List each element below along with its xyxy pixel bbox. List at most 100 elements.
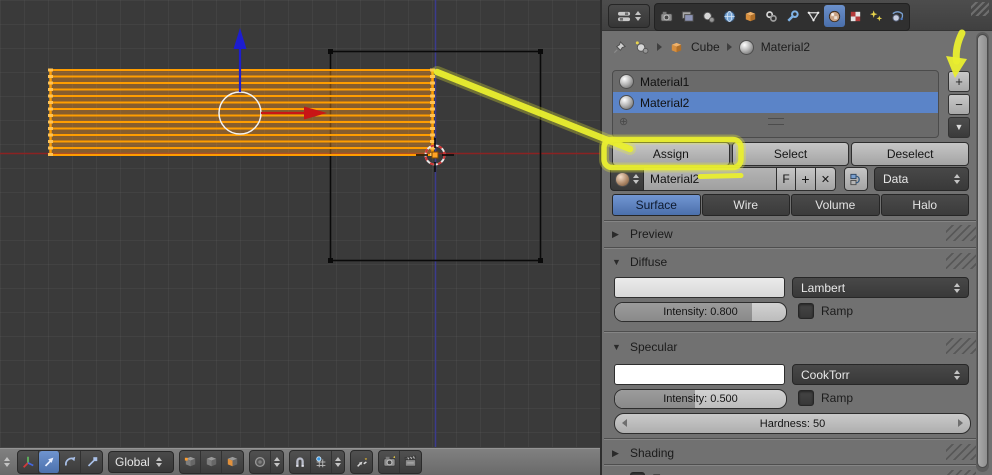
specular-shader-value: CookTorr bbox=[801, 367, 850, 382]
material-sphere-icon bbox=[615, 171, 630, 187]
header-resize-hatch bbox=[971, 2, 989, 16]
specular-ramp-checkbox[interactable] bbox=[798, 390, 814, 406]
preview-panel-header[interactable]: ▶ Preview bbox=[604, 222, 992, 246]
scale-mode-button[interactable] bbox=[81, 451, 102, 473]
select-mode-group bbox=[179, 449, 244, 474]
list-resize-grip[interactable] bbox=[767, 118, 784, 125]
manipulate-centers-button[interactable] bbox=[350, 449, 373, 474]
specular-panel-header[interactable]: ▼ Specular bbox=[604, 335, 992, 359]
slot-specials-button[interactable]: ▼ bbox=[948, 117, 970, 138]
diffuse-intensity-slider[interactable]: Intensity: 0.800 bbox=[614, 302, 787, 322]
tab-modifiers[interactable] bbox=[782, 5, 803, 27]
add-slot-button[interactable]: + bbox=[948, 71, 970, 92]
editor-type-selector[interactable] bbox=[608, 4, 650, 28]
diffuse-panel-header[interactable]: ▼ Diffuse bbox=[604, 250, 992, 274]
fake-user-button[interactable]: F bbox=[777, 167, 796, 191]
hardness-slider[interactable]: Hardness: 50 bbox=[614, 413, 971, 434]
preview-panel-title: Preview bbox=[630, 227, 673, 241]
diffuse-panel-title: Diffuse bbox=[630, 255, 668, 269]
opengl-animation-icon[interactable] bbox=[400, 451, 421, 473]
breadcrumb-separator bbox=[726, 43, 732, 51]
material-sphere-icon bbox=[619, 95, 634, 110]
diffuse-ramp-label: Ramp bbox=[821, 304, 854, 318]
specular-color-swatch[interactable] bbox=[614, 364, 785, 385]
snap-element-icon[interactable] bbox=[311, 450, 332, 473]
link-mode-value: Data bbox=[883, 172, 909, 186]
opengl-render-icon[interactable] bbox=[379, 450, 400, 473]
material-slot-name: Material1 bbox=[640, 74, 690, 89]
tab-wire[interactable]: Wire bbox=[701, 194, 790, 216]
tab-halo[interactable]: Halo bbox=[880, 194, 969, 216]
transparency-checkbox[interactable] bbox=[630, 471, 645, 475]
tab-particles[interactable] bbox=[866, 5, 887, 27]
tab-scene[interactable] bbox=[698, 5, 719, 27]
edge-select-icon[interactable] bbox=[201, 450, 222, 473]
viewport-canvas[interactable] bbox=[0, 0, 600, 447]
tab-object[interactable] bbox=[740, 5, 761, 27]
tab-render[interactable] bbox=[656, 5, 677, 27]
select-button[interactable]: Select bbox=[731, 142, 850, 166]
breadcrumb-material[interactable]: Material2 bbox=[761, 40, 810, 54]
properties-context-tabs bbox=[654, 3, 910, 31]
tab-constraints[interactable] bbox=[761, 5, 782, 27]
manipulate-centers-icon bbox=[351, 451, 372, 473]
tab-volume[interactable]: Volume bbox=[791, 194, 880, 216]
pin-icon[interactable] bbox=[612, 40, 627, 55]
selected-face-loop[interactable] bbox=[48, 68, 435, 158]
specular-intensity-slider[interactable]: Intensity: 0.500 bbox=[614, 389, 787, 409]
tab-material[interactable] bbox=[824, 5, 845, 27]
vertex-select-icon[interactable] bbox=[180, 450, 201, 473]
panel-drag-hatch bbox=[946, 444, 976, 460]
breadcrumb-object[interactable]: Cube bbox=[691, 40, 720, 54]
opengl-render-group bbox=[378, 449, 422, 474]
orientation-value: Global bbox=[115, 454, 150, 469]
properties-header bbox=[602, 0, 992, 31]
translate-mode-button[interactable] bbox=[39, 450, 60, 473]
tab-object-data[interactable] bbox=[803, 5, 824, 27]
material-name-field[interactable]: Material2 bbox=[644, 167, 777, 191]
shading-panel-title: Shading bbox=[630, 446, 675, 460]
material-slot-row-selected[interactable]: Material2 bbox=[613, 92, 938, 113]
deselect-button[interactable]: Deselect bbox=[851, 142, 970, 166]
proportional-edit-dropdown[interactable] bbox=[249, 449, 284, 474]
hardness-label: Hardness: 50 bbox=[759, 417, 826, 430]
editor-type-stepper[interactable] bbox=[2, 456, 12, 467]
blender-window: Global Cube Material2 Material1 Material… bbox=[0, 0, 992, 475]
diffuse-ramp-checkbox[interactable] bbox=[798, 303, 814, 319]
new-material-button[interactable]: + bbox=[796, 167, 816, 191]
scene-icon[interactable] bbox=[634, 40, 650, 55]
scrollbar-thumb[interactable] bbox=[977, 34, 988, 468]
orientation-dropdown[interactable]: Global bbox=[108, 450, 174, 473]
properties-scrollbar[interactable] bbox=[976, 32, 989, 472]
list-add-icon[interactable]: ⊕ bbox=[619, 115, 628, 128]
face-select-icon[interactable] bbox=[222, 451, 243, 473]
browse-material-button[interactable] bbox=[610, 167, 644, 191]
transparency-panel-header[interactable]: ▶ Transparency bbox=[604, 467, 992, 475]
use-nodes-button[interactable] bbox=[844, 167, 868, 191]
assign-button[interactable]: Assign bbox=[612, 142, 730, 166]
specular-shader-dropdown[interactable]: CookTorr bbox=[792, 364, 969, 385]
link-mode-dropdown[interactable]: Data bbox=[874, 167, 969, 191]
tab-physics[interactable] bbox=[887, 5, 908, 27]
diffuse-shader-dropdown[interactable]: Lambert bbox=[792, 277, 969, 298]
material-type-tabs: Surface Wire Volume Halo bbox=[612, 194, 969, 216]
diffuse-shader-value: Lambert bbox=[801, 280, 846, 295]
panel-drag-hatch bbox=[946, 338, 976, 354]
manipulator-axes-icon[interactable] bbox=[18, 450, 39, 473]
diffuse-color-swatch[interactable] bbox=[614, 277, 785, 298]
manipulator-group bbox=[17, 449, 103, 474]
rotate-mode-button[interactable] bbox=[60, 450, 81, 473]
unlink-material-button[interactable]: ✕ bbox=[816, 167, 836, 191]
tab-world[interactable] bbox=[719, 5, 740, 27]
snap-magnet-icon[interactable] bbox=[290, 450, 311, 473]
specular-ramp-label: Ramp bbox=[821, 391, 854, 405]
tab-surface[interactable]: Surface bbox=[612, 194, 701, 216]
snap-group bbox=[289, 449, 345, 474]
z-axis-handle[interactable] bbox=[233, 28, 247, 49]
shading-panel-header[interactable]: ▶ Shading bbox=[604, 441, 992, 465]
tab-texture[interactable] bbox=[845, 5, 866, 27]
tab-render-layers[interactable] bbox=[677, 5, 698, 27]
material-slot-name: Material2 bbox=[640, 95, 690, 110]
material-slot-row[interactable]: Material1 bbox=[613, 71, 938, 92]
remove-slot-button[interactable]: − bbox=[948, 94, 970, 115]
